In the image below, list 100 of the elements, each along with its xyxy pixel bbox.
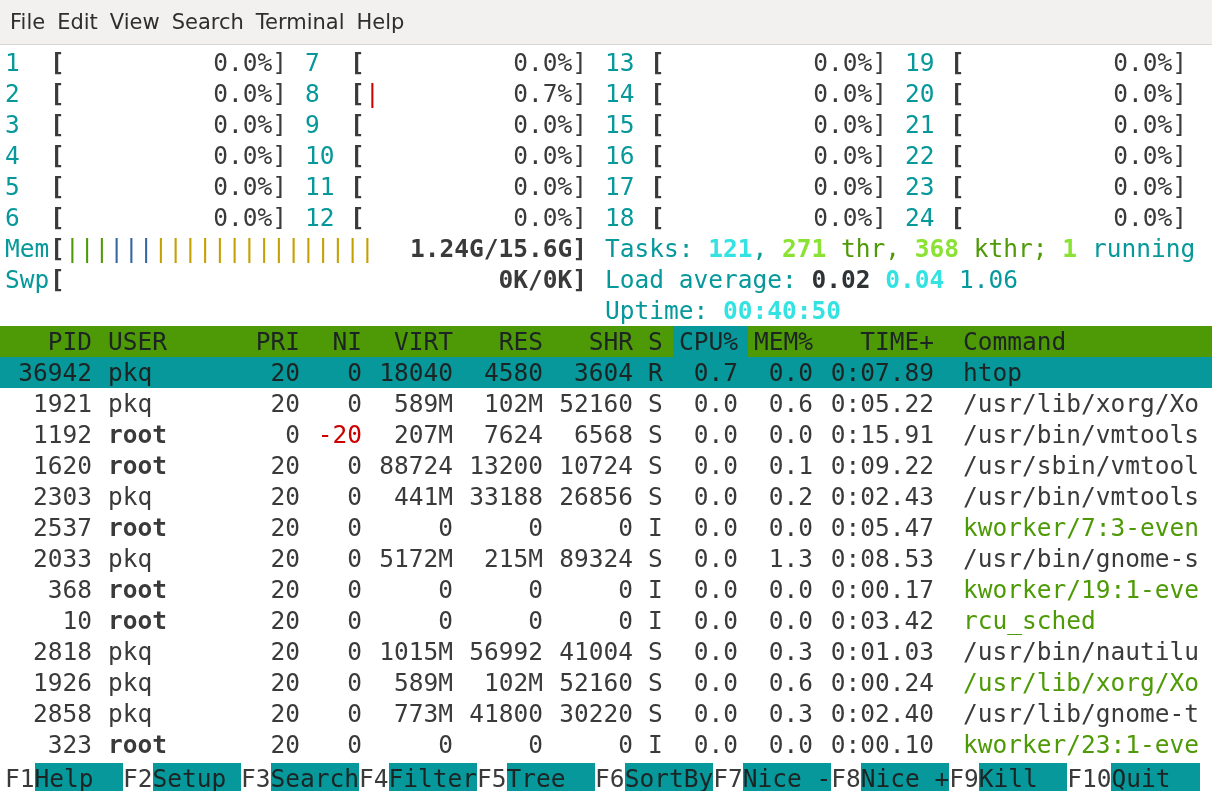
table-cell-text: 20 [269,698,300,729]
process-row[interactable]: 36942 pkq 20 0 18040 4580 3604 R 0.7 0.0 0:07.89 htop [0,357,1212,388]
table-cell-text: 0 [437,729,453,760]
meter-bracket: [ [350,202,365,233]
column-header[interactable]: CPU% [673,326,748,357]
function-key-button[interactable]: Quit [1111,763,1200,791]
table-cell-text: /usr/sbin/vmtool [962,450,1200,481]
column-header[interactable]: PRI [250,326,300,357]
menu-item[interactable]: Help [350,4,411,40]
menu-item[interactable]: Search [165,4,250,40]
function-key-button[interactable]: Kill [978,763,1068,791]
process-row[interactable]: 368 root 20 0 0 0 0 I 0.0 0.0 0:00.17 kworker/19:1-eve [0,574,1212,605]
table-cell-text: 20 [269,667,300,698]
table-cell-text: rcu_sched [962,605,1097,636]
process-row[interactable]: 1192 root 0 -20 207M 7624 6568 S 0.0 0.0 0:15.91 /usr/bin/vmtools [0,419,1212,450]
process-row[interactable]: 10 root 20 0 0 0 0 I 0.0 0.0 0:03.42 rcu_sched [0,605,1212,636]
table-cell-text: pkq [107,543,154,574]
process-row[interactable]: 2818 pkq 20 0 1015M 56992 41004 S 0.0 0.3 0:01.03 /usr/bin/nautilu [0,636,1212,667]
table-cell-text: 0 [346,512,362,543]
meter-bracket: [ [50,264,65,295]
table-cell-text: S [647,388,664,419]
menu-item[interactable]: Terminal [249,4,351,40]
process-row[interactable]: 1620 root 20 0 88724 13200 10724 S 0.0 0.1 0:09.22 /usr/sbin/vmtool [0,450,1212,481]
function-key-button[interactable]: Nice + [860,763,950,791]
table-cell-text: root [107,419,168,450]
table-cell-text: 0 [437,512,453,543]
menu-item[interactable]: Edit [51,4,104,40]
meter-bracket: [ [650,109,665,140]
table-cell-text: 0 [527,729,543,760]
table-cell-text: S [647,698,664,729]
function-key-button[interactable]: Search [270,763,360,791]
summary-text: 1 [1062,233,1078,264]
table-cell-text: 0 [346,667,362,698]
column-header[interactable]: USER [94,326,250,357]
table-cell-text: 773M [393,698,453,729]
table-cell-text: 20 [269,357,300,388]
table-cell-text: 1926 [32,667,93,698]
meter-bracket: [ [950,47,965,78]
table-cell-text: 0.0 [692,667,739,698]
summary-text: thr, [840,233,902,264]
cpu-label: 23 [905,171,936,202]
process-row[interactable]: 1921 pkq 20 0 589M 102M 52160 S 0.0 0.6 0:05.22 /usr/lib/xorg/Xo [0,388,1212,419]
table-cell-text: 20 [269,481,300,512]
table-cell-text: root [107,605,168,636]
table-cell-text: root [107,729,168,760]
process-row[interactable]: 2303 pkq 20 0 441M 33188 26856 S 0.0 0.2 0:02.43 /usr/bin/vmtools [0,481,1212,512]
function-key-button[interactable]: Tree [506,763,596,791]
table-cell-text: 0.6 [767,388,814,419]
column-header[interactable]: NI [300,326,362,357]
process-row[interactable]: 323 root 20 0 0 0 0 I 0.0 0.0 0:00.10 kworker/23:1-eve [0,729,1212,760]
table-cell-text: 0 [617,605,633,636]
table-cell-text: 0:01.03 [829,636,934,667]
function-key-button[interactable]: Filter [388,763,478,791]
table-cell-text: 0 [437,605,453,636]
function-key-button[interactable]: Nice - [742,763,832,791]
table-cell-text: 0 [346,574,362,605]
menu-item[interactable]: View [103,4,166,40]
function-key: F1 [5,763,35,791]
table-cell-text: 0:02.40 [829,698,934,729]
column-header[interactable]: SHR [543,326,633,357]
process-row[interactable]: 2033 pkq 20 0 5172M 215M 89324 S 0.0 1.3 0:08.53 /usr/bin/gnome-s [0,543,1212,574]
memory-usage-text: ||| [109,233,154,264]
process-row[interactable]: 2858 pkq 20 0 773M 41800 30220 S 0.0 0.3 0:02.40 /usr/lib/gnome-t [0,698,1212,729]
column-header[interactable]: Command [934,326,1212,357]
table-cell-text: 0:02.43 [829,481,934,512]
cpu-value: 0.0%] [1113,109,1187,140]
summary-text: 121 [708,233,753,264]
table-cell-text: 0.0 [767,512,814,543]
column-header[interactable]: MEM% [748,326,823,357]
cpu-label: 19 [905,47,936,78]
column-header[interactable]: VIRT [362,326,453,357]
meter-bracket: [ [950,171,965,202]
cpu-value: 0.0%] [513,171,587,202]
table-cell-text: 1.3 [767,543,814,574]
process-row[interactable]: 2537 root 20 0 0 0 0 I 0.0 0.0 0:05.47 kworker/7:3-even [0,512,1212,543]
table-cell-text: 41800 [468,698,543,729]
cpu-usage-text: | [365,78,380,109]
column-header[interactable]: PID [0,326,94,357]
table-cell-text: R [647,357,664,388]
table-cell-text: 368 [46,574,93,605]
cpu-value: 0.0%] [813,47,887,78]
table-cell-text: 20 [269,605,300,636]
column-header[interactable]: S [633,326,673,357]
column-header[interactable]: RES [453,326,543,357]
table-cell-text: 0.0 [767,605,814,636]
table-cell-text: 88724 [378,450,453,481]
table-cell-text: 0.0 [767,574,814,605]
meter-bracket: [ [950,78,965,109]
cpu-value: 0.0%] [813,140,887,171]
meter-bracket: [ [650,47,665,78]
table-cell-text: /usr/bin/vmtools [962,481,1200,512]
column-header[interactable]: TIME+ [823,326,934,357]
process-row[interactable]: 1926 pkq 20 0 589M 102M 52160 S 0.0 0.6 0:00.24 /usr/lib/xorg/Xo [0,667,1212,698]
cpu-label: 4 [5,140,21,171]
table-cell-text: 215M [483,543,543,574]
table-cell-text: /usr/lib/gnome-t [962,698,1200,729]
table-cell-text: 0.0 [692,481,739,512]
table-cell-text: 0 [346,481,362,512]
cpu-label: 12 [305,202,336,233]
menu-item[interactable]: File [4,4,52,40]
